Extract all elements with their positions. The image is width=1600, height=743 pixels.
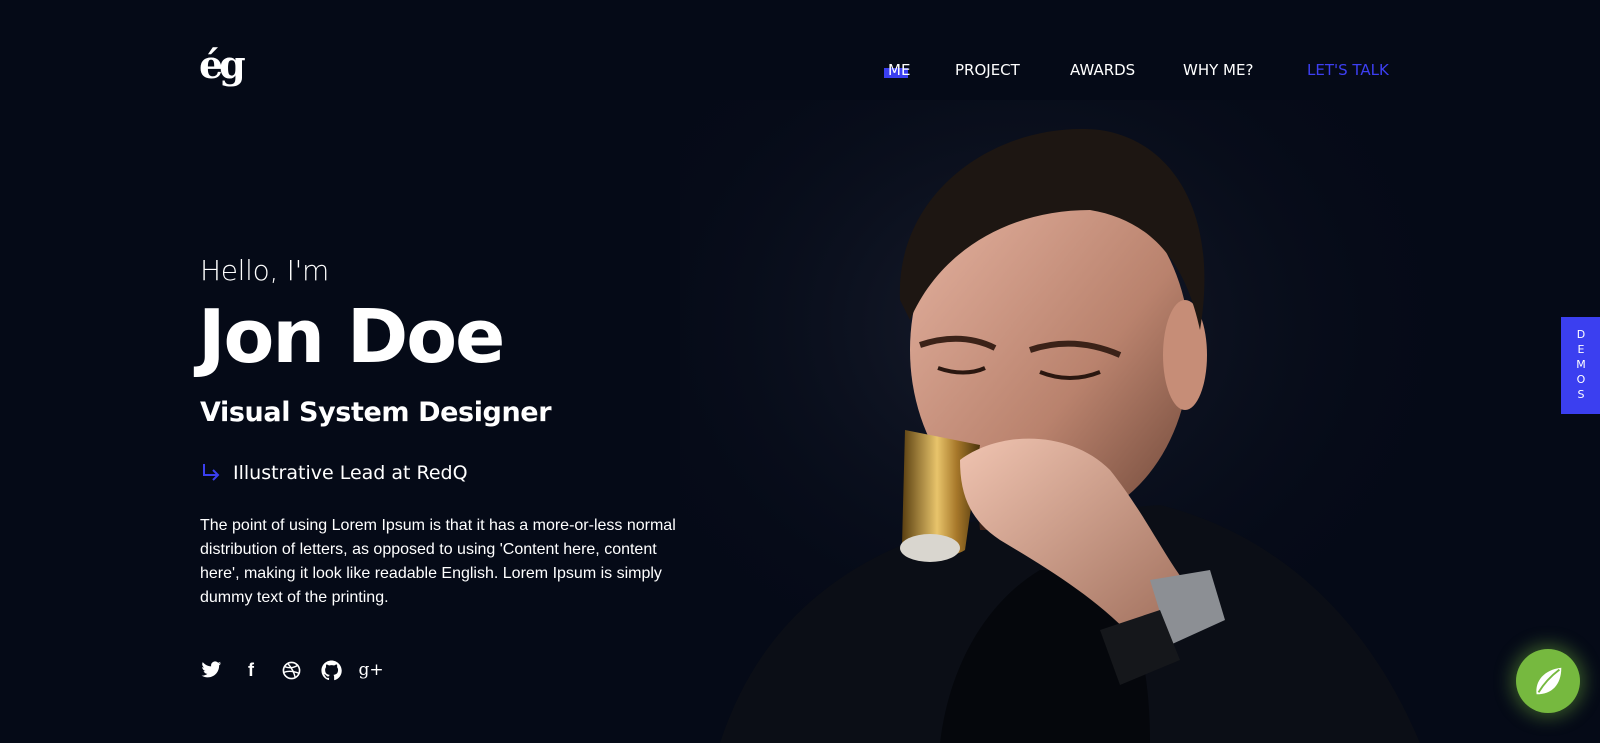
return-arrow-icon (203, 464, 220, 481)
hero-role: Visual System Designer (200, 397, 552, 428)
nav-item-project[interactable]: PROJECT (955, 60, 1020, 80)
hero-bio: The point of using Lorem Ipsum is that i… (200, 517, 676, 606)
hero-position-text: Illustrative Lead at RedQ (233, 462, 468, 484)
dribbble-icon[interactable] (280, 659, 302, 681)
hero-position: Illustrative Lead at RedQ (200, 462, 468, 484)
hero-greeting: Hello, I'm (200, 254, 330, 287)
nav-item-why-me[interactable]: WHY ME? (1183, 60, 1253, 80)
nav-item-me[interactable]: ME (888, 60, 910, 80)
main-navigation: ME PROJECT AWARDS WHY ME? LET'S TALK (0, 60, 1600, 80)
facebook-icon[interactable]: f (240, 659, 262, 681)
google-plus-icon[interactable]: g+ (358, 659, 383, 681)
hero-portrait-image (680, 100, 1440, 743)
hero-name: Jon Doe (198, 294, 505, 380)
social-links: f g+ (200, 659, 400, 681)
nav-item-lets-talk[interactable]: LET'S TALK (1307, 60, 1389, 80)
leaf-icon (1536, 667, 1562, 695)
chat-widget-button[interactable] (1516, 649, 1580, 713)
github-icon[interactable] (320, 659, 342, 681)
nav-item-awards[interactable]: AWARDS (1070, 60, 1135, 80)
demos-label: DEMOS (1574, 328, 1588, 403)
demos-side-tab[interactable]: DEMOS (1561, 317, 1600, 414)
twitter-icon[interactable] (200, 659, 222, 681)
